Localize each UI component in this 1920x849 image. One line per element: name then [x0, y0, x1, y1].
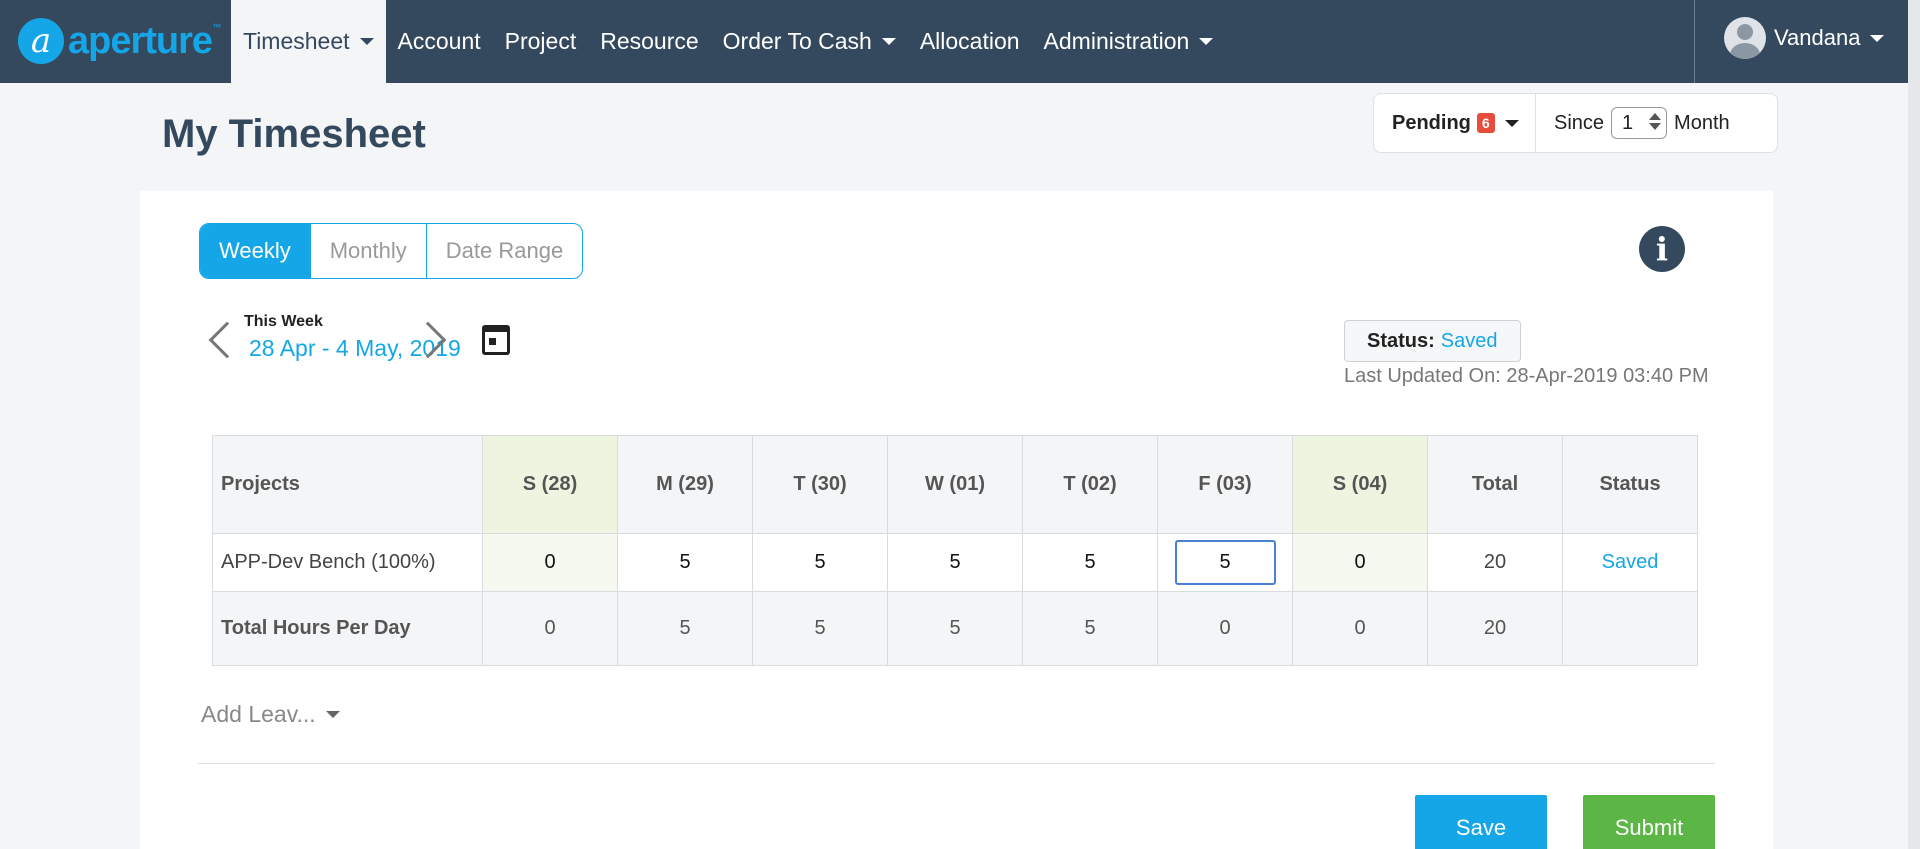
top-navbar: a aperture ™ Timesheet Account Project R… [0, 0, 1920, 83]
nav-item-project[interactable]: Project [493, 0, 589, 83]
user-menu[interactable]: Vandana [1724, 0, 1885, 76]
tab-monthly[interactable]: Monthly [309, 224, 426, 278]
chevron-down-icon [1870, 34, 1885, 42]
info-icon[interactable]: i [1639, 226, 1685, 272]
day-total: 0 [1157, 591, 1293, 666]
status-value: Saved [1440, 329, 1498, 352]
timesheet-table: Projects S (28) M (29) T (30) W (01) T (… [212, 435, 1698, 666]
day-total: 5 [752, 591, 888, 666]
chevron-down-icon [359, 38, 374, 45]
since-unit: Month [1674, 111, 1730, 134]
empty-cell [1562, 591, 1698, 666]
save-button[interactable]: Save [1415, 795, 1547, 849]
add-leave-label: Add Leav... [201, 701, 316, 727]
add-leave-dropdown[interactable]: Add Leav... [201, 701, 340, 728]
column-header-day: T (30) [752, 435, 888, 534]
column-header-total: Total [1427, 435, 1563, 534]
tab-weekly[interactable]: Weekly [200, 224, 310, 278]
nav-item-label: Allocation [919, 28, 1020, 54]
week-label: This Week [244, 313, 323, 330]
logo-trademark: ™ [212, 22, 222, 32]
nav-item-label: Timesheet [243, 28, 350, 54]
logo-text: aperture [68, 19, 213, 62]
avatar [1724, 17, 1766, 59]
chevron-down-icon [881, 38, 896, 45]
project-name: APP-Dev Bench (100%) [212, 533, 483, 592]
since-label: Since [1554, 111, 1605, 134]
day-total: 0 [482, 591, 618, 666]
hours-cell[interactable]: 5 [887, 533, 1023, 592]
aperture-logo[interactable]: a aperture ™ [18, 18, 221, 64]
nav-item-label: Order To Cash [722, 28, 872, 54]
last-updated-text: Last Updated On: 28-Apr-2019 03:40 PM [1344, 365, 1709, 387]
scrollbar[interactable] [1908, 0, 1920, 849]
column-header-day: T (02) [1022, 435, 1158, 534]
chevron-down-icon [325, 711, 340, 718]
column-header-projects: Projects [212, 435, 483, 534]
column-header-day: W (01) [887, 435, 1023, 534]
pending-filter: Pending 6 Since 1 Month [1373, 93, 1778, 153]
page-title: My Timesheet [162, 112, 426, 156]
divider [198, 763, 1715, 764]
row-total: 20 [1427, 533, 1563, 592]
hours-cell-focused: 5 [1157, 533, 1293, 592]
day-total: 5 [617, 591, 753, 666]
nav-item-administration[interactable]: Administration [1032, 0, 1226, 83]
column-header-day: M (29) [617, 435, 753, 534]
column-header-day: S (04) [1292, 435, 1428, 534]
row-status: Saved [1562, 533, 1698, 592]
day-total: 5 [887, 591, 1023, 666]
view-toggle: Weekly Monthly Date Range [199, 223, 584, 279]
status-label: Status: [1367, 329, 1435, 352]
nav-item-timesheet[interactable]: Timesheet [231, 0, 386, 83]
day-total: 5 [1022, 591, 1158, 666]
chevron-left-icon[interactable] [208, 321, 246, 359]
main-nav: Timesheet Account Project Resource Order… [231, 0, 1225, 83]
table-header-row: Projects S (28) M (29) T (30) W (01) T (… [212, 435, 1698, 534]
since-filter: Since 1 Month [1536, 107, 1730, 139]
tab-date-range[interactable]: Date Range [425, 224, 582, 278]
hours-cell[interactable]: 0 [482, 533, 618, 592]
day-total: 0 [1292, 591, 1428, 666]
user-name: Vandana [1774, 25, 1861, 50]
hours-input[interactable]: 5 [1174, 540, 1276, 585]
hours-cell[interactable]: 5 [1022, 533, 1158, 592]
table-row: APP-Dev Bench (100%) 0 5 5 5 5 5 0 20 Sa… [212, 533, 1698, 592]
nav-item-label: Project [504, 28, 577, 54]
since-months-stepper[interactable]: 1 [1611, 107, 1668, 139]
hours-cell[interactable]: 5 [617, 533, 753, 592]
chevron-down-icon [1504, 119, 1519, 127]
column-header-day: S (28) [482, 435, 618, 534]
submit-button[interactable]: Submit [1583, 795, 1715, 849]
column-header-status: Status [1562, 435, 1698, 534]
nav-item-resource[interactable]: Resource [588, 0, 710, 83]
nav-divider [1694, 0, 1695, 83]
totals-row: Total Hours Per Day 0 5 5 5 5 0 0 20 [212, 591, 1698, 666]
grand-total: 20 [1427, 591, 1563, 666]
pending-label: Pending [1392, 111, 1471, 134]
stepper-arrows-icon[interactable] [1649, 113, 1662, 130]
pending-count-badge: 6 [1476, 113, 1495, 133]
nav-item-allocation[interactable]: Allocation [908, 0, 1032, 83]
status-badge: Status: Saved [1344, 320, 1521, 362]
nav-item-label: Account [397, 28, 481, 54]
logo-mark-icon: a [18, 18, 64, 64]
hours-cell[interactable]: 5 [752, 533, 888, 592]
chevron-down-icon [1199, 38, 1214, 45]
column-header-day: F (03) [1157, 435, 1293, 534]
hours-cell[interactable]: 0 [1292, 533, 1428, 592]
total-hours-label: Total Hours Per Day [212, 591, 483, 666]
since-value: 1 [1622, 111, 1634, 134]
timesheet-card: Weekly Monthly Date Range i This Week 28… [140, 191, 1773, 849]
nav-item-order-to-cash[interactable]: Order To Cash [711, 0, 908, 83]
calendar-icon[interactable] [482, 325, 510, 355]
nav-item-label: Administration [1043, 28, 1190, 54]
nav-item-label: Resource [600, 28, 699, 54]
nav-item-account[interactable]: Account [386, 0, 493, 83]
pending-dropdown[interactable]: Pending 6 [1374, 94, 1536, 152]
